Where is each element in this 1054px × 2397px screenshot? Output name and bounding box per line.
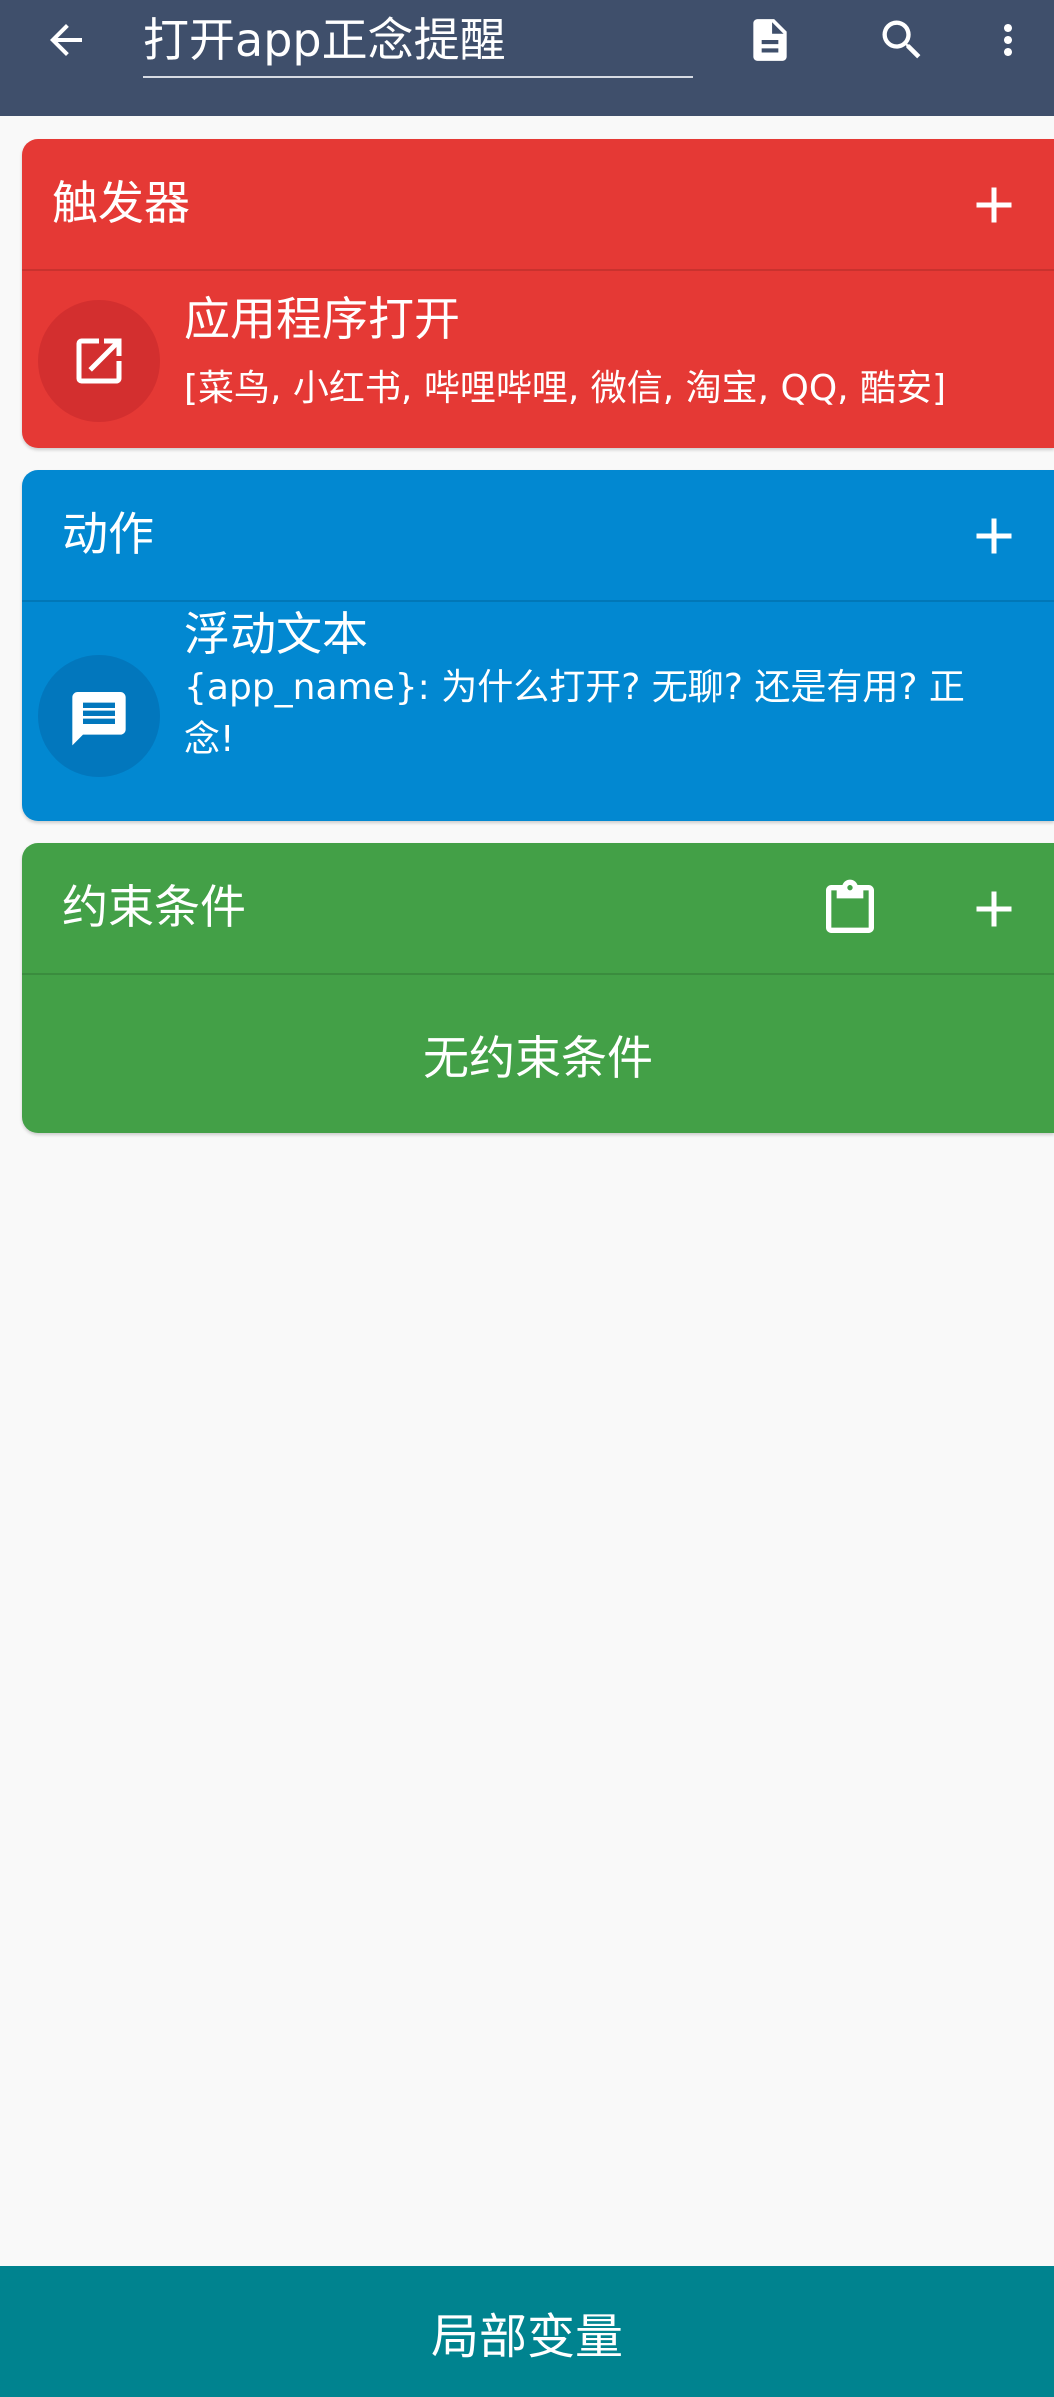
clipboard-icon[interactable] <box>818 877 882 941</box>
trigger-item[interactable]: 应用程序打开 [菜鸟, 小红书, 哔哩哔哩, 微信, 淘宝, QQ, 酷安] <box>22 273 1054 448</box>
macro-name-input[interactable]: 打开app正念提醒 <box>143 8 693 78</box>
more-options-button[interactable] <box>978 0 1038 80</box>
action-card: 动作 浮动文本 {app_name}: 为什么打开? 无聊? 还是有用? 正念! <box>22 470 1054 821</box>
open-in-new-icon <box>76 338 122 384</box>
trigger-card: 触发器 应用程序打开 [菜鸟, 小红书, 哔哩哔哩, 微信, 淘宝, QQ, 酷… <box>22 139 1054 448</box>
action-item-subtitle: {app_name}: 为什么打开? 无聊? 还是有用? 正念! <box>184 667 965 760</box>
message-icon <box>72 692 126 746</box>
arrow-back-icon <box>50 24 82 56</box>
search-button[interactable] <box>862 0 942 80</box>
back-button[interactable] <box>26 0 106 80</box>
action-header: 动作 <box>22 470 1054 602</box>
action-item[interactable]: 浮动文本 {app_name}: 为什么打开? 无聊? 还是有用? 正念! <box>22 604 1054 821</box>
trigger-header: 触发器 <box>22 139 1054 271</box>
add-action-icon[interactable] <box>964 506 1024 566</box>
no-constraints-text: 无约束条件 <box>423 1031 653 1085</box>
document-icon <box>753 19 787 61</box>
constraint-card: 约束条件 无约束条件 <box>22 843 1054 1133</box>
trigger-item-subtitle: [菜鸟, 小红书, 哔哩哔哩, 微信, 淘宝, QQ, 酷安] <box>184 368 947 409</box>
trigger-item-icon-circle <box>38 300 160 422</box>
search-icon <box>882 20 921 59</box>
action-title: 动作 <box>62 507 154 561</box>
more-vertical-icon <box>1004 24 1012 56</box>
local-variables-button[interactable]: 局部变量 <box>0 2266 1054 2397</box>
trigger-title: 触发器 <box>52 176 190 230</box>
local-variables-label: 局部变量 <box>430 2308 623 2365</box>
constraint-header: 约束条件 <box>22 843 1054 975</box>
app-bar: 打开app正念提醒 <box>0 0 1054 116</box>
constraint-title: 约束条件 <box>62 880 246 934</box>
description-button[interactable] <box>730 0 810 80</box>
action-item-title: 浮动文本 <box>184 607 368 661</box>
add-constraint-icon[interactable] <box>964 879 1024 939</box>
action-item-icon-circle <box>38 655 160 777</box>
add-trigger-icon[interactable] <box>964 175 1024 235</box>
trigger-item-title: 应用程序打开 <box>184 292 460 346</box>
